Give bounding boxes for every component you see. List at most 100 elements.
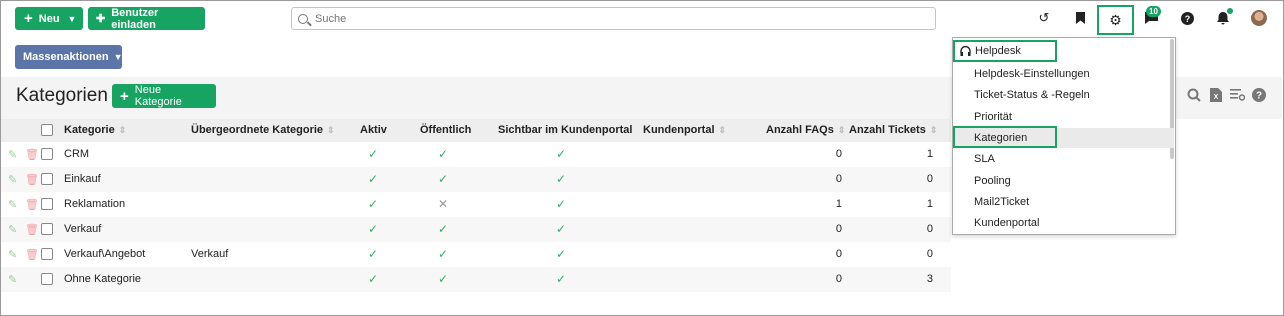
edit-icon[interactable]: ✎ — [8, 248, 17, 261]
plus-icon: + — [120, 87, 129, 105]
excel-export-icon[interactable]: X — [1210, 88, 1222, 105]
search-input[interactable] — [315, 12, 915, 25]
svg-text:?: ? — [1184, 14, 1190, 24]
cell-ticket-count: 0 — [926, 223, 933, 235]
add-user-icon: ✚ — [96, 13, 106, 25]
check-icon: ✓ — [556, 247, 567, 261]
edit-icon[interactable]: ✎ — [8, 198, 17, 211]
cell-faq-count: 1 — [835, 198, 842, 210]
sort-icon: ⇕ — [929, 125, 938, 135]
check-icon: ✓ — [438, 222, 449, 236]
history-icon[interactable]: ↺ — [1034, 8, 1054, 28]
cell-faq-count: 0 — [835, 273, 842, 285]
row-checkbox[interactable] — [41, 173, 53, 185]
avatar[interactable] — [1251, 10, 1267, 26]
cell-faq-count: 0 — [835, 223, 842, 235]
cell-ticket-count: 0 — [926, 248, 933, 260]
cell-faq-count: 0 — [835, 173, 842, 185]
cell-category: Reklamation — [64, 198, 126, 210]
check-icon: ✓ — [368, 272, 379, 286]
delete-icon[interactable]: 🗑 — [25, 173, 39, 186]
search-field[interactable] — [291, 7, 936, 30]
svg-text:X: X — [1214, 94, 1219, 101]
select-all-checkbox[interactable] — [41, 124, 53, 136]
edit-icon[interactable]: ✎ — [8, 223, 17, 236]
check-icon: ✓ — [368, 172, 379, 186]
dropdown-item[interactable]: Kundenportal — [954, 213, 1174, 233]
check-icon: ✓ — [438, 147, 449, 161]
dropdown-item[interactable]: SLA — [954, 149, 1174, 169]
mass-actions-button[interactable]: Massenaktionen ▼ — [15, 45, 123, 69]
search-icon — [298, 13, 308, 24]
invite-user-button[interactable]: ✚ Benutzer einladen — [88, 6, 205, 31]
chevron-down-icon: ▼ — [67, 13, 77, 24]
help-icon[interactable]: ? — [1252, 88, 1266, 105]
table-row[interactable]: ✎ 🗑 Reklamation ✓ ✕ ✓ 1 1 — [1, 192, 951, 217]
new-button-label: Neu — [38, 12, 60, 25]
cell-ticket-count: 3 — [926, 273, 933, 285]
cell-ticket-count: 1 — [926, 198, 933, 210]
delete-icon[interactable]: 🗑 — [25, 198, 39, 211]
row-checkbox[interactable] — [41, 198, 53, 210]
bookmark-icon[interactable] — [1070, 8, 1090, 28]
notification-dot — [1227, 8, 1233, 14]
new-button[interactable]: + Neu ▼ — [15, 7, 83, 30]
delete-icon[interactable]: 🗑 — [25, 148, 39, 161]
messages-badge: 10 — [1146, 6, 1161, 17]
table-row[interactable]: ✎ 🗑 Einkauf ✓ ✓ ✓ 0 0 — [1, 167, 951, 192]
table-row[interactable]: ✎ 🗑 Verkauf\Angebot Verkauf ✓ ✓ ✓ 0 0 — [1, 242, 951, 267]
new-category-label: Neue Kategorie — [134, 84, 182, 108]
row-checkbox[interactable] — [41, 223, 53, 235]
cell-category: Verkauf\Angebot — [64, 248, 146, 260]
check-icon: ✓ — [556, 222, 567, 236]
row-checkbox[interactable] — [41, 148, 53, 160]
check-icon: ✓ — [438, 172, 449, 186]
row-checkbox[interactable] — [41, 248, 53, 260]
new-category-button[interactable]: + Neue Kategorie — [112, 84, 216, 108]
settings-gear-button[interactable]: ⚙ — [1097, 5, 1134, 35]
dropdown-item[interactable]: Helpdesk-Einstellungen — [954, 64, 1174, 84]
dropdown-item[interactable]: Ticket-Status & -Regeln — [954, 85, 1174, 105]
help-icon[interactable]: ? — [1177, 8, 1197, 28]
check-icon: ✓ — [368, 147, 379, 161]
dropdown-item[interactable]: Mail2Ticket — [954, 192, 1174, 212]
header-parent[interactable]: Übergeordnete Kategorie ⇕ — [191, 124, 335, 136]
header-faq-count[interactable]: Anzahl FAQs ⇕ — [766, 124, 845, 136]
check-icon: ✓ — [368, 222, 379, 236]
header-portal[interactable]: Kundenportal ⇕ — [643, 124, 726, 136]
edit-icon[interactable]: ✎ — [8, 148, 17, 161]
sort-icon: ⇕ — [718, 125, 727, 135]
table-row[interactable]: ✎ Ohne Kategorie ✓ ✓ ✓ 0 3 — [1, 267, 951, 292]
cell-category: Ohne Kategorie — [64, 273, 142, 285]
cell-faq-count: 0 — [835, 148, 842, 160]
dropdown-item[interactable]: Priorität — [954, 107, 1174, 127]
edit-icon[interactable]: ✎ — [8, 173, 17, 186]
sort-icon: ⇕ — [118, 125, 127, 135]
edit-icon[interactable]: ✎ — [8, 273, 17, 286]
mass-actions-label: Massenaktionen — [23, 51, 109, 63]
cell-faq-count: 0 — [835, 248, 842, 260]
helpdesk-highlight-box — [953, 40, 1057, 62]
check-icon: ✓ — [556, 147, 567, 161]
delete-icon[interactable]: 🗑 — [25, 248, 39, 261]
gear-icon: ⚙ — [1109, 11, 1122, 28]
table-row[interactable]: ✎ 🗑 Verkauf ✓ ✓ ✓ 0 0 — [1, 217, 951, 242]
header-category[interactable]: Kategorie ⇕ — [64, 124, 126, 136]
header-public: Öffentlich — [420, 124, 472, 136]
svg-text:?: ? — [1256, 91, 1262, 102]
check-icon: ✓ — [438, 272, 449, 286]
header-ticket-count[interactable]: Anzahl Tickets ⇕ — [849, 124, 937, 136]
check-icon: ✓ — [556, 172, 567, 186]
settings-dropdown: Helpdesk Helpdesk-Einstellungen Ticket-St… — [952, 37, 1176, 235]
dropdown-item[interactable]: Pooling — [954, 171, 1174, 191]
delete-icon[interactable]: 🗑 — [25, 223, 39, 236]
sort-icon: ⇕ — [837, 125, 846, 135]
search-icon[interactable] — [1187, 88, 1201, 105]
cell-parent: Verkauf — [191, 248, 229, 260]
cell-category: CRM — [64, 148, 90, 160]
table-row[interactable]: ✎ 🗑 CRM ✓ ✓ ✓ 0 1 — [1, 142, 951, 167]
row-checkbox[interactable] — [41, 273, 53, 285]
column-settings-icon[interactable] — [1230, 88, 1246, 104]
check-icon: ✓ — [556, 197, 567, 211]
invite-user-label: Benutzer einladen — [111, 6, 159, 31]
